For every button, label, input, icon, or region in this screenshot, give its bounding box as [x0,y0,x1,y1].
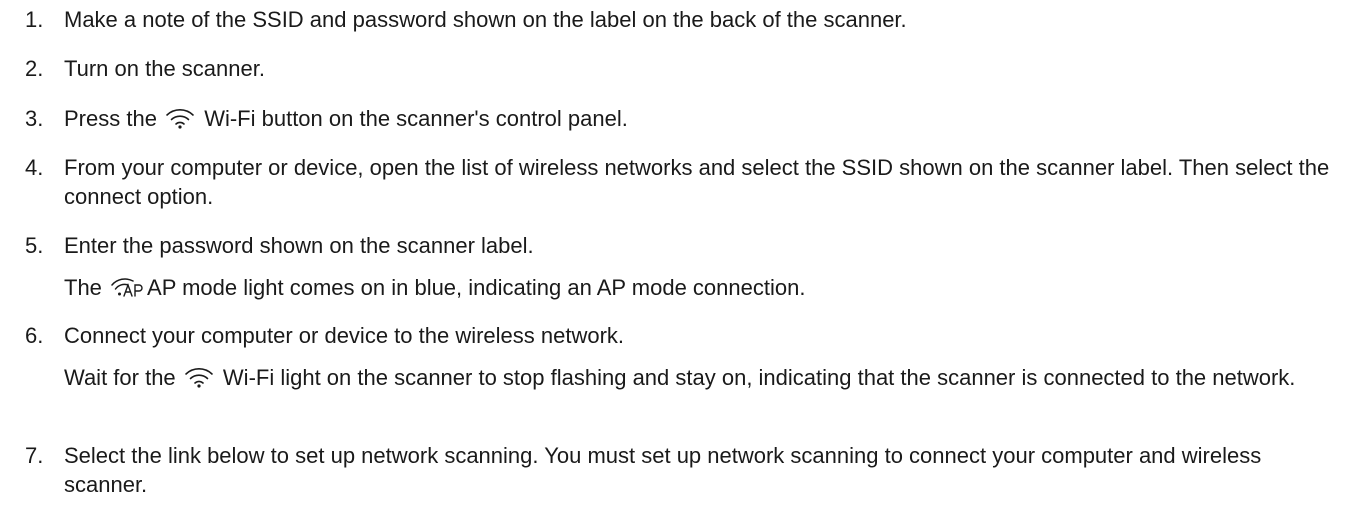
step-number: 6. [25,323,44,348]
step-number: 3. [25,106,44,131]
step-text: Enter the password shown on the scanner … [64,233,534,258]
step-text: Press the Wi-Fi button on the scanner's … [64,104,1337,133]
wifi-icon [184,366,214,388]
step-text: Connect your computer or device to the w… [64,323,625,348]
step-text: Select the link below to set up network … [64,443,1262,497]
step-body: Press the Wi-Fi button on the scanner's … [64,104,1337,133]
step-text-after: Wi-Fi button on the scanner's control pa… [204,106,628,131]
step-number: 4. [25,155,44,180]
note-text-before: Wait for the [64,365,176,390]
step-number: 5. [25,233,44,258]
note-text-after: AP mode light comes on in blue, indicati… [147,275,806,300]
wifi-icon [165,107,195,129]
step-number: 1. [25,7,44,32]
note-text-after: Wi-Fi light on the scanner to stop flash… [222,365,1296,390]
step-body: Make a note of the SSID and password sho… [64,5,1337,34]
ap-mode-icon [110,276,144,298]
step-body: From your computer or device, open the l… [64,153,1337,211]
step-body: Connect your computer or device to the w… [64,321,1337,392]
step-text-before: Press the [64,106,157,131]
step-body: Select the link below to set up network … [64,441,1337,499]
note-text-before: The [64,275,102,300]
step-text: Make a note of the SSID and password sho… [64,7,907,32]
step-number: 7. [25,443,44,468]
step-body: Turn on the scanner. [64,54,1337,83]
instruction-document: 1. Make a note of the SSID and password … [0,0,1357,508]
step-note: The AP mode light comes on in blue, indi… [64,273,1337,302]
step-note: Wait for the Wi-Fi light on the scanner … [64,363,1337,392]
step-text: From your computer or device, open the l… [64,155,1330,209]
step-number: 2. [25,56,44,81]
step-body: Enter the password shown on the scanner … [64,231,1337,302]
step-text: Turn on the scanner. [64,56,265,81]
